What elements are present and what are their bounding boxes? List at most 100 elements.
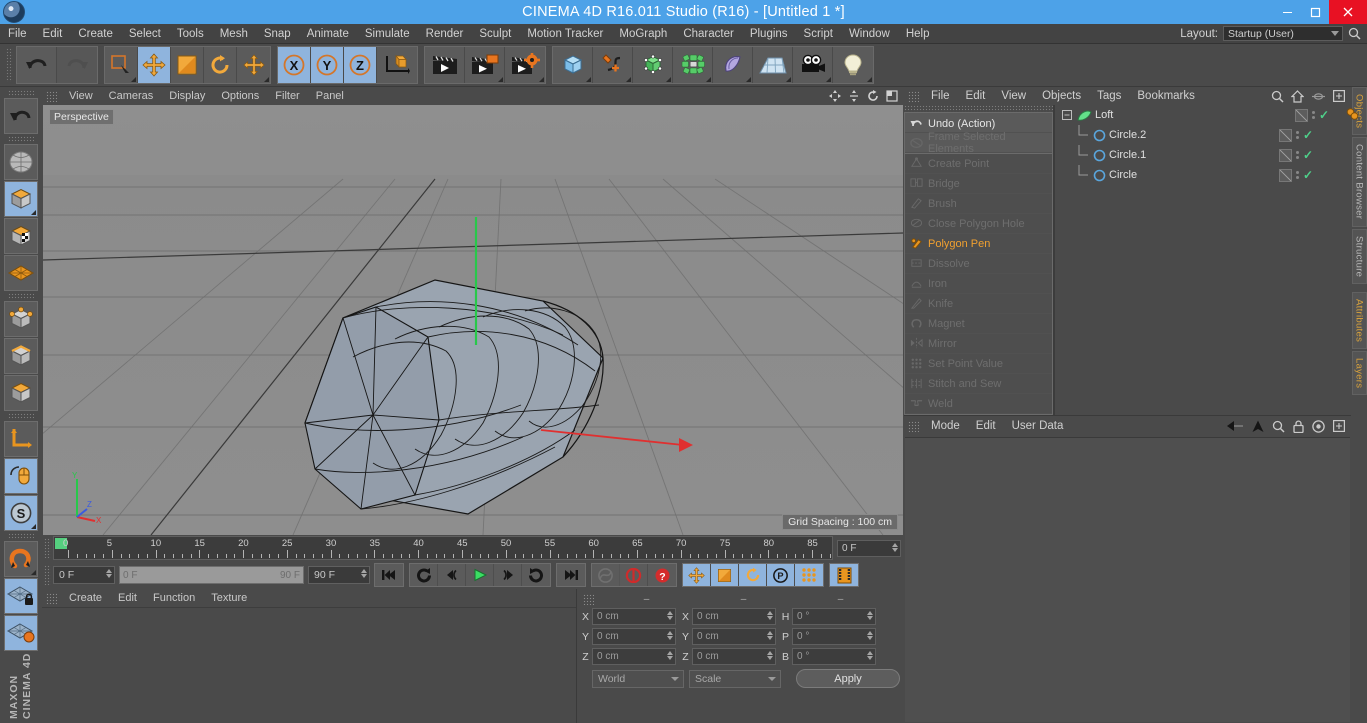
left-toolbar-grip-4[interactable]	[8, 413, 34, 420]
rot-h-spinner[interactable]	[867, 611, 873, 620]
axis-x-button[interactable]: X	[278, 47, 311, 83]
add-environment-button[interactable]	[753, 47, 793, 83]
menu-tools[interactable]: Tools	[169, 24, 212, 44]
frame-spinner[interactable]	[892, 542, 898, 552]
attr-menu-mode[interactable]: Mode	[923, 420, 968, 432]
key-position-button[interactable]	[683, 564, 711, 586]
axis-modify-button[interactable]	[4, 421, 38, 457]
add-array-button[interactable]	[673, 47, 713, 83]
visibility-tag[interactable]	[1279, 128, 1292, 142]
workplane-button[interactable]	[4, 255, 38, 291]
add-spline-button[interactable]	[593, 47, 633, 83]
material-menu-edit[interactable]: Edit	[110, 592, 145, 604]
tool-close-polygon-hole[interactable]: Close Polygon Hole	[905, 214, 1052, 234]
playback-grip[interactable]	[44, 565, 51, 585]
viewport-menu-view[interactable]: View	[61, 90, 101, 102]
key-pla-button[interactable]	[795, 564, 823, 586]
timeline-ruler[interactable]: 051015202530354045505560657075808590	[53, 536, 833, 560]
add-nurbs-button[interactable]	[633, 47, 673, 83]
object-tree[interactable]: Loft ✓ Circle.2 ✓ Circle.1 ✓ Circle ✓	[1054, 105, 1359, 415]
visibility-tag[interactable]	[1279, 148, 1292, 162]
size-z-input[interactable]: 0 cm	[692, 648, 776, 665]
snap-magnet-button[interactable]	[4, 541, 38, 577]
attr-menu-user-data[interactable]: User Data	[1004, 420, 1072, 432]
attr-menu-edit[interactable]: Edit	[968, 420, 1004, 432]
tool-bridge[interactable]: Bridge	[905, 174, 1052, 194]
side-tab-layers[interactable]: Layers	[1351, 350, 1367, 396]
object-row[interactable]: Circle.2 ✓	[1055, 125, 1351, 145]
world-object-axis-button[interactable]	[377, 47, 417, 83]
render-region-button[interactable]	[465, 47, 505, 83]
add-camera-button[interactable]	[793, 47, 833, 83]
viewport-grip[interactable]	[46, 90, 57, 102]
apply-button[interactable]: Apply	[796, 669, 900, 688]
tool-create-point[interactable]: Create Point	[905, 154, 1052, 174]
tree-branch-icon[interactable]	[1075, 125, 1091, 145]
om-menu-view[interactable]: View	[993, 90, 1034, 102]
preview-range-slider[interactable]: 0 F 90 F	[119, 566, 304, 584]
maximize-view-icon[interactable]	[886, 90, 898, 102]
render-settings-button[interactable]	[505, 47, 545, 83]
material-menu-create[interactable]: Create	[61, 592, 110, 604]
pos-x-spinner[interactable]	[667, 611, 673, 620]
tree-branch-icon[interactable]	[1075, 165, 1091, 185]
rot-p-spinner[interactable]	[867, 631, 873, 640]
menu-script[interactable]: Script	[796, 24, 841, 44]
link-icon[interactable]	[1311, 91, 1326, 102]
tool-frame-selected-elements[interactable]: Frame Selected Elements	[905, 131, 1052, 155]
autokey-curve-button[interactable]	[592, 564, 620, 586]
menu-mesh[interactable]: Mesh	[212, 24, 256, 44]
rot-h-input[interactable]: 0 °	[792, 608, 876, 625]
enable-check-icon[interactable]: ✓	[1303, 128, 1313, 142]
om-menu-file[interactable]: File	[923, 90, 958, 102]
scale-tool-button[interactable]	[171, 47, 204, 83]
start-frame-spinner[interactable]	[106, 569, 112, 578]
menu-file[interactable]: File	[0, 24, 35, 44]
size-z-spinner[interactable]	[767, 651, 773, 660]
attribute-content[interactable]	[905, 437, 1350, 722]
perspective-viewport[interactable]: Y X Z Perspective Grid Spacing : 100 cm	[43, 105, 903, 535]
axis-y-button[interactable]: Y	[311, 47, 344, 83]
size-y-spinner[interactable]	[767, 631, 773, 640]
home-icon[interactable]	[1291, 89, 1304, 103]
pos-y-spinner[interactable]	[667, 631, 673, 640]
tool-iron[interactable]: Iron	[905, 274, 1052, 294]
render-view-button[interactable]	[425, 47, 465, 83]
dot-handles-icon[interactable]	[1312, 111, 1315, 119]
menu-simulate[interactable]: Simulate	[357, 24, 418, 44]
expand-toggle-icon[interactable]	[1059, 110, 1075, 120]
menu-render[interactable]: Render	[418, 24, 472, 44]
add-light-button[interactable]	[833, 47, 873, 83]
coordinate-system-dropdown[interactable]: World	[592, 669, 684, 688]
menu-sculpt[interactable]: Sculpt	[471, 24, 519, 44]
pos-z-spinner[interactable]	[667, 651, 673, 660]
om-menu-bookmarks[interactable]: Bookmarks	[1129, 90, 1203, 102]
layout-dropdown[interactable]: Startup (User)	[1223, 26, 1343, 41]
menu-plugins[interactable]: Plugins	[742, 24, 796, 44]
rot-b-spinner[interactable]	[867, 651, 873, 660]
menu-edit[interactable]: Edit	[35, 24, 71, 44]
menu-snap[interactable]: Snap	[256, 24, 299, 44]
object-row[interactable]: Loft ✓	[1055, 105, 1359, 125]
dot-handles-icon[interactable]	[1296, 171, 1299, 179]
tool-polygon-pen[interactable]: Polygon Pen	[905, 234, 1052, 254]
back-arrow-icon[interactable]	[1226, 420, 1244, 432]
viewport-menu-panel[interactable]: Panel	[308, 90, 352, 102]
left-toolbar-grip[interactable]	[8, 90, 34, 97]
polygon-mode-button[interactable]	[4, 375, 38, 411]
viewport-menu-display[interactable]: Display	[161, 90, 213, 102]
dot-handles-icon[interactable]	[1296, 151, 1299, 159]
tree-branch-icon[interactable]	[1075, 145, 1091, 165]
rot-p-input[interactable]: 0 °	[792, 628, 876, 645]
coordinate-grip[interactable]	[583, 593, 594, 605]
lock-workplane-button[interactable]	[4, 578, 38, 614]
search-icon[interactable]	[1348, 27, 1361, 40]
up-arrow-icon[interactable]	[1252, 420, 1264, 433]
lock-icon[interactable]	[1293, 419, 1304, 433]
live-selection-button[interactable]	[105, 47, 138, 83]
move-tool-button[interactable]	[138, 47, 171, 83]
maximize-button[interactable]	[1301, 0, 1329, 24]
viewport-menu-cameras[interactable]: Cameras	[101, 90, 162, 102]
play-backwards-loop-button[interactable]	[410, 564, 438, 586]
size-y-input[interactable]: 0 cm	[692, 628, 776, 645]
